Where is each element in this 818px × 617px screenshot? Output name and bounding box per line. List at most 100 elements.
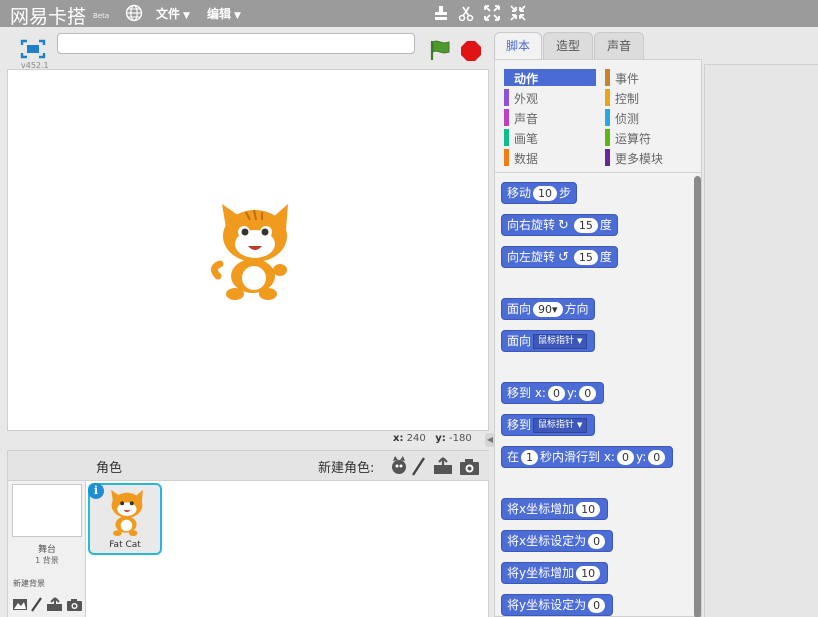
x-change-input[interactable]: 10 — [576, 502, 601, 517]
chevron-down-icon: ▼ — [577, 337, 583, 345]
block-point-in-direction[interactable]: 面向 90▾ 方向 — [501, 298, 595, 320]
steps-input[interactable]: 10 — [533, 186, 558, 201]
sprite-info-icon[interactable]: i — [88, 483, 104, 499]
stage-canvas[interactable] — [7, 69, 489, 431]
mouse-coordinates: x: 240 y: -180 — [393, 433, 472, 444]
category-control[interactable]: 控制 — [605, 89, 697, 106]
fat-cat-sprite-image[interactable] — [208, 198, 298, 302]
category-color-swatch — [605, 109, 610, 126]
degrees-input[interactable]: 15 — [573, 250, 598, 265]
stage-thumbnail[interactable] — [12, 484, 82, 537]
block-turn-left[interactable]: 向左旋转 ↺ 15 度 — [501, 246, 618, 268]
upload-backdrop-icon[interactable] — [47, 597, 62, 611]
scripts-area[interactable] — [704, 64, 818, 617]
tab-scripts[interactable]: 脚本 — [494, 32, 542, 60]
backdrop-library-icon[interactable] — [13, 599, 27, 610]
tab-sounds[interactable]: 声音 — [594, 32, 644, 59]
block-change-x[interactable]: 将x坐标增加 10 — [501, 498, 609, 520]
chevron-down-icon: ▼ — [234, 11, 241, 21]
tab-costumes[interactable]: 造型 — [543, 32, 593, 59]
duplicate-stamp-icon[interactable] — [432, 4, 450, 22]
stage-column: 舞台 1 背景 新建背景 — [8, 451, 86, 617]
block-go-to[interactable]: 移到 鼠标指针 ▼ — [501, 414, 596, 436]
x-set-input[interactable]: 0 — [588, 534, 606, 549]
sprites-header: 角色 新建角色: — [86, 451, 489, 481]
block-change-y[interactable]: 将y坐标增加 10 — [501, 562, 609, 584]
category-color-swatch — [605, 69, 610, 86]
block-move-steps[interactable]: 移动 10 步 — [501, 182, 578, 204]
x-input[interactable]: 0 — [547, 386, 565, 401]
category-pen[interactable]: 画笔 — [504, 129, 596, 146]
camera-backdrop-icon[interactable] — [67, 599, 82, 611]
block-palette: 动作 外观 声音 画笔 数据 事件 控制 侦测 运算符 更多模块 移动 10 步 向… — [494, 59, 702, 617]
y-input[interactable]: 0 — [579, 386, 597, 401]
category-operators[interactable]: 运算符 — [605, 129, 697, 146]
category-events[interactable]: 事件 — [605, 69, 697, 86]
block-set-x[interactable]: 将x坐标设定为 0 — [501, 530, 614, 552]
category-color-swatch — [605, 129, 610, 146]
project-title-input[interactable] — [57, 33, 415, 54]
category-color-swatch — [504, 149, 509, 166]
y-set-input[interactable]: 0 — [588, 598, 606, 613]
paint-backdrop-icon[interactable] — [31, 597, 42, 612]
degrees-input[interactable]: 15 — [573, 218, 598, 233]
edit-menu[interactable]: 编辑 ▼ — [207, 5, 241, 22]
stage-label: 舞台 — [37, 545, 56, 555]
new-sprite-tools — [392, 456, 479, 476]
category-color-swatch — [504, 109, 509, 126]
block-glide[interactable]: 在 1 秒内滑行到 x: 0 y: 0 — [501, 446, 674, 468]
sprite-name: Fat Cat — [109, 540, 141, 550]
palette-scrollbar[interactable] — [694, 176, 701, 617]
fat-cat-thumbnail — [111, 489, 143, 537]
sprite-card-fat-cat[interactable]: Fat Cat i — [88, 483, 162, 555]
paint-sprite-icon[interactable] — [411, 457, 426, 476]
category-more-blocks[interactable]: 更多模块 — [605, 149, 697, 166]
sprites-title: 角色 — [96, 461, 123, 476]
y-change-input[interactable]: 10 — [576, 566, 601, 581]
sprite-library-icon[interactable] — [392, 456, 406, 474]
category-divider — [495, 172, 701, 173]
beta-label: Beta — [93, 12, 110, 20]
category-motion[interactable]: 动作 — [504, 69, 596, 86]
file-menu[interactable]: 文件 ▼ — [156, 5, 190, 22]
y-input[interactable]: 0 — [648, 450, 666, 465]
sprites-pane: 舞台 1 背景 新建背景 角色 新建角色: Fat Cat i — [7, 450, 489, 617]
x-input[interactable]: 0 — [616, 450, 634, 465]
top-menu-bar: 网易卡搭 Beta 文件 ▼ 编辑 ▼ — [0, 0, 818, 28]
green-flag-icon[interactable] — [428, 39, 452, 61]
category-color-swatch — [605, 89, 610, 106]
category-sensing[interactable]: 侦测 — [605, 109, 697, 126]
category-color-swatch — [605, 149, 610, 166]
direction-dropdown[interactable]: 90▾ — [533, 302, 563, 317]
category-sound[interactable]: 声音 — [504, 109, 596, 126]
new-sprite-label: 新建角色: — [318, 461, 375, 476]
category-looks[interactable]: 外观 — [504, 89, 596, 106]
stop-icon[interactable] — [460, 40, 482, 62]
fullscreen-icon[interactable] — [20, 39, 46, 59]
app-logo: 网易卡搭 — [10, 6, 87, 28]
category-color-swatch — [504, 69, 509, 86]
new-backdrop-tools — [13, 597, 82, 612]
block-categories: 动作 外观 声音 画笔 数据 事件 控制 侦测 运算符 更多模块 — [495, 60, 701, 172]
camera-sprite-icon[interactable] — [460, 459, 479, 475]
block-point-towards[interactable]: 面向 鼠标指针 ▼ — [501, 330, 596, 352]
block-go-to-xy[interactable]: 移到 x: 0 y: 0 — [501, 382, 605, 404]
target-dropdown[interactable]: 鼠标指针 ▼ — [533, 418, 588, 433]
upload-sprite-icon[interactable] — [434, 457, 452, 474]
backdrop-count: 1 背景 — [35, 556, 59, 565]
rotate-counterclockwise-icon: ↺ — [558, 250, 569, 265]
grow-icon[interactable] — [483, 4, 501, 22]
shrink-icon[interactable] — [509, 4, 527, 22]
category-data[interactable]: 数据 — [504, 149, 596, 166]
category-color-swatch — [504, 89, 509, 106]
chevron-down-icon: ▼ — [183, 11, 190, 21]
chevron-down-icon: ▼ — [577, 421, 583, 429]
block-turn-right[interactable]: 向右旋转 ↻ 15 度 — [501, 214, 618, 236]
seconds-input[interactable]: 1 — [521, 450, 539, 465]
block-set-y[interactable]: 将y坐标设定为 0 — [501, 594, 614, 616]
language-globe-icon[interactable] — [125, 4, 143, 22]
category-color-swatch — [504, 129, 509, 146]
stage-column-header — [8, 451, 86, 481]
delete-scissors-icon[interactable] — [457, 4, 475, 22]
target-dropdown[interactable]: 鼠标指针 ▼ — [533, 334, 588, 349]
